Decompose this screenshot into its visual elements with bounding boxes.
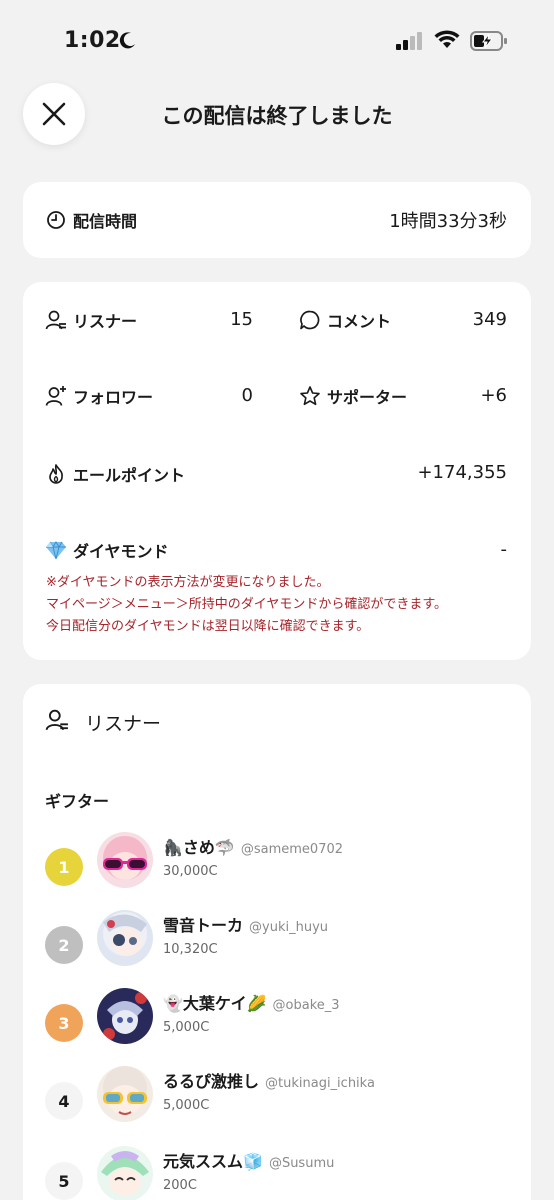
gifter-name: 👻大葉ケイ🌽 bbox=[163, 994, 267, 1013]
listeners-value: 15 bbox=[230, 309, 253, 330]
gifter-name-row: るるぴ激推し @tukinagi_ichika bbox=[163, 1068, 375, 1092]
supporters-value: +6 bbox=[480, 385, 507, 406]
battery-charging-icon bbox=[470, 31, 507, 51]
gifter-coins: 5,000C bbox=[163, 1098, 210, 1113]
duration-label: 配信時間 bbox=[73, 212, 138, 231]
diamond-notice: ※ダイヤモンドの表示方法が変更になりました。 マイページ＞メニュー＞所持中のダイ… bbox=[46, 572, 447, 638]
gifter-name-row: 雪音トーカ @yuki_huyu bbox=[163, 912, 328, 936]
rank-badge: 4 bbox=[45, 1082, 83, 1120]
rank-badge: 1 bbox=[45, 848, 83, 886]
add-follower-icon bbox=[45, 385, 67, 407]
gifter-handle: @tukinagi_ichika bbox=[265, 1076, 375, 1091]
gifter-name: 元気ススム🧊 bbox=[163, 1152, 263, 1171]
diamonds-stat: ダイヤモンド bbox=[45, 538, 169, 562]
gifter-coins: 10,320C bbox=[163, 942, 218, 957]
yell-points-label: エールポイント bbox=[73, 466, 186, 485]
avatar[interactable] bbox=[97, 988, 153, 1044]
gifter-coins: 30,000C bbox=[163, 864, 218, 879]
gifter-handle: @obake_3 bbox=[272, 998, 340, 1013]
gifter-handle: @yuki_huyu bbox=[249, 920, 328, 935]
followers-label: フォロワー bbox=[73, 388, 154, 407]
diamonds-label: ダイヤモンド bbox=[73, 542, 169, 561]
gifter-heading: ギフター bbox=[45, 792, 110, 811]
listeners-section-header: リスナー bbox=[45, 708, 161, 737]
rank-badge: 3 bbox=[45, 1004, 83, 1042]
duration-label-row: 配信時間 bbox=[45, 208, 137, 232]
listeners-stat: リスナー bbox=[45, 308, 137, 332]
gifter-coins: 5,000C bbox=[163, 1020, 210, 1035]
diamonds-value: - bbox=[500, 539, 508, 560]
status-bar: 1:02 bbox=[0, 0, 554, 80]
supporters-stat: サポーター bbox=[299, 384, 407, 408]
followers-stat: フォロワー bbox=[45, 384, 153, 408]
gifter-row[interactable]: 5 元気ススム🧊 @Susumu 200C bbox=[45, 1146, 515, 1200]
comments-value: 349 bbox=[472, 309, 507, 330]
gifter-row[interactable]: 2 雪音トーカ @yuki_huyu 10,320C bbox=[45, 910, 515, 970]
listeners-card: リスナー ギフター 1 🦍さめ🦈 @sameme0702 30,000C 2 雪… bbox=[23, 684, 531, 1200]
duration-value: 1時間33分3秒 bbox=[389, 211, 507, 232]
yell-points-value: +174,355 bbox=[417, 462, 507, 483]
avatar[interactable] bbox=[97, 1066, 153, 1122]
stats-card: リスナー 15 コメント 349 フォロワー 0 サポーター +6 エールポイン… bbox=[23, 282, 531, 660]
rank-badge: 2 bbox=[45, 926, 83, 964]
signal-icon bbox=[396, 32, 422, 50]
diamond-icon bbox=[45, 539, 67, 561]
gifter-coins: 200C bbox=[163, 1178, 197, 1193]
gifter-row[interactable]: 1 🦍さめ🦈 @sameme0702 30,000C bbox=[45, 832, 515, 892]
rank-badge: 5 bbox=[45, 1162, 83, 1200]
status-time: 1:02 bbox=[64, 28, 121, 53]
gifter-name-row: 🦍さめ🦈 @sameme0702 bbox=[163, 834, 343, 858]
moon-icon bbox=[119, 32, 135, 49]
notice-line: ※ダイヤモンドの表示方法が変更になりました。 bbox=[46, 575, 330, 590]
flame-icon bbox=[45, 463, 67, 485]
clock-icon bbox=[45, 209, 67, 231]
listeners-section-title: リスナー bbox=[85, 713, 162, 735]
avatar[interactable] bbox=[97, 832, 153, 888]
star-icon bbox=[299, 385, 321, 407]
avatar[interactable] bbox=[97, 1146, 153, 1200]
gifter-name-row: 👻大葉ケイ🌽 @obake_3 bbox=[163, 990, 340, 1014]
comment-icon bbox=[299, 309, 321, 331]
listener-icon bbox=[45, 309, 67, 331]
page-title: この配信は終了しました bbox=[0, 100, 554, 130]
duration-card: 配信時間 1時間33分3秒 bbox=[23, 182, 531, 258]
gifter-name-row: 元気ススム🧊 @Susumu bbox=[163, 1148, 334, 1172]
followers-value: 0 bbox=[241, 385, 253, 406]
listener-icon bbox=[45, 708, 69, 737]
page-title-text: この配信は終了しました bbox=[161, 104, 393, 128]
supporters-label: サポーター bbox=[327, 388, 408, 407]
comments-stat: コメント bbox=[299, 308, 391, 332]
comments-label: コメント bbox=[327, 312, 392, 331]
gifter-handle: @Susumu bbox=[268, 1156, 335, 1171]
avatar[interactable] bbox=[97, 910, 153, 966]
gifter-name: 雪音トーカ bbox=[163, 916, 244, 935]
gifter-name: るるぴ激推し bbox=[163, 1072, 260, 1091]
gifter-handle: @sameme0702 bbox=[240, 842, 344, 857]
notice-line: 今日配信分のダイヤモンドは翌日以降に確認できます。 bbox=[46, 619, 370, 634]
listeners-label: リスナー bbox=[73, 312, 138, 331]
notice-line: マイページ＞メニュー＞所持中のダイヤモンドから確認ができます。 bbox=[46, 597, 448, 612]
gifter-row[interactable]: 4 るるぴ激推し @tukinagi_ichika 5,000C bbox=[45, 1066, 515, 1126]
yell-points-stat: エールポイント bbox=[45, 462, 185, 486]
wifi-icon bbox=[434, 30, 460, 48]
gifter-name: 🦍さめ🦈 bbox=[163, 838, 235, 857]
gifter-row[interactable]: 3 👻大葉ケイ🌽 @obake_3 5,000C bbox=[45, 988, 515, 1048]
